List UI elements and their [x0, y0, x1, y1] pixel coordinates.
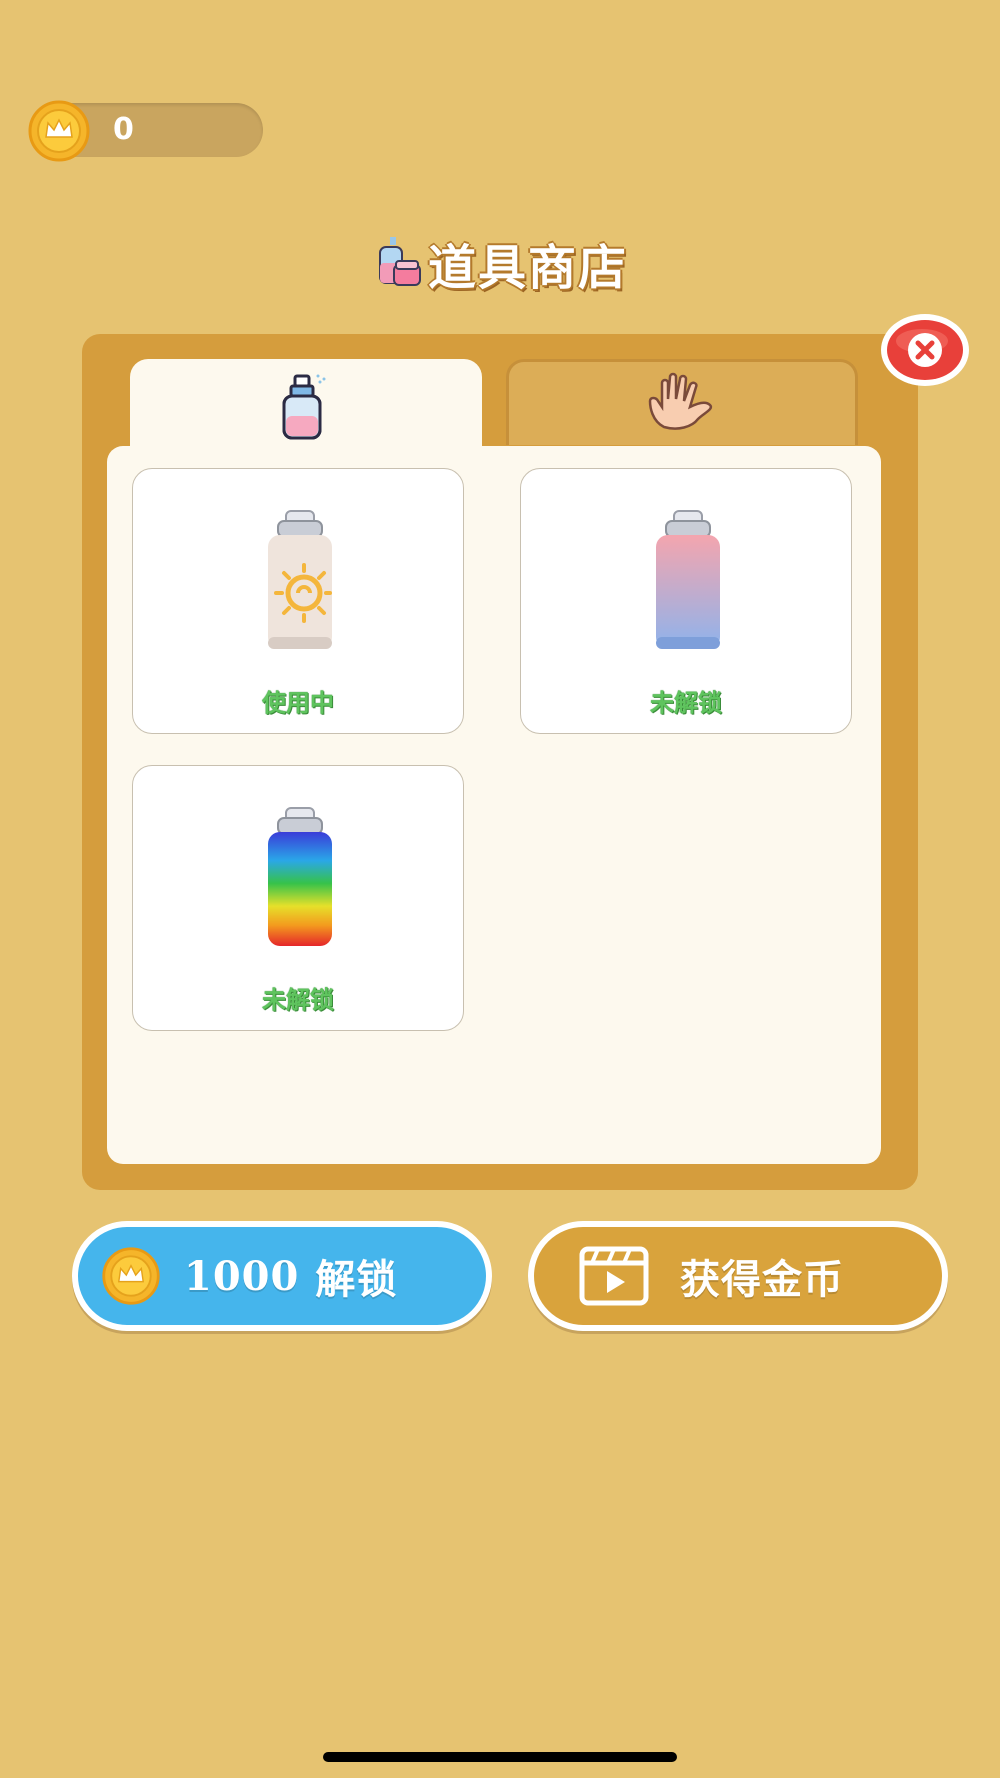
item-grid: 使用中 未解锁 未解锁: [107, 446, 881, 1164]
item-card-rainbow-spray[interactable]: 未解锁: [132, 765, 464, 1031]
tab-hand[interactable]: [506, 359, 858, 445]
get-coins-button[interactable]: 获得金币: [528, 1221, 948, 1331]
sun-spray-can-icon: [264, 507, 336, 661]
close-icon: [881, 314, 969, 386]
shop-title: 道具商店: [0, 228, 1000, 298]
coin-icon: [26, 99, 92, 167]
coin-count: 0: [113, 112, 134, 147]
unlock-button[interactable]: 1000 解锁: [72, 1221, 492, 1331]
item-status: 未解锁: [262, 986, 334, 1014]
shop-panel: 使用中 未解锁 未解锁: [82, 334, 918, 1190]
shop-screen: 0 道具商店 使用中 未解锁 未解锁 1000 解锁 获得金币: [0, 0, 1000, 1778]
spray-bottle-icon: [278, 372, 334, 446]
item-status: 未解锁: [650, 689, 722, 717]
tab-spray[interactable]: [130, 359, 482, 459]
rainbow-spray-can-icon: [264, 804, 336, 958]
item-status: 使用中: [262, 689, 334, 717]
unlock-price: 1000: [184, 1252, 300, 1300]
pink-blue-spray-can-icon: [652, 507, 724, 661]
coin-icon: [100, 1245, 162, 1307]
unlock-label: 解锁: [315, 1257, 398, 1303]
close-button[interactable]: [878, 311, 972, 389]
video-clapper-icon: [578, 1245, 650, 1307]
cosmetics-icon: [372, 235, 422, 291]
home-indicator[interactable]: [323, 1752, 677, 1762]
hand-icon: [644, 371, 720, 437]
item-card-sun-spray[interactable]: 使用中: [132, 468, 464, 734]
coin-counter: 0: [28, 100, 263, 162]
item-card-gradient-spray[interactable]: 未解锁: [520, 468, 852, 734]
get-coins-label: 获得金币: [680, 1257, 844, 1303]
page-title: 道具商店: [427, 240, 628, 296]
